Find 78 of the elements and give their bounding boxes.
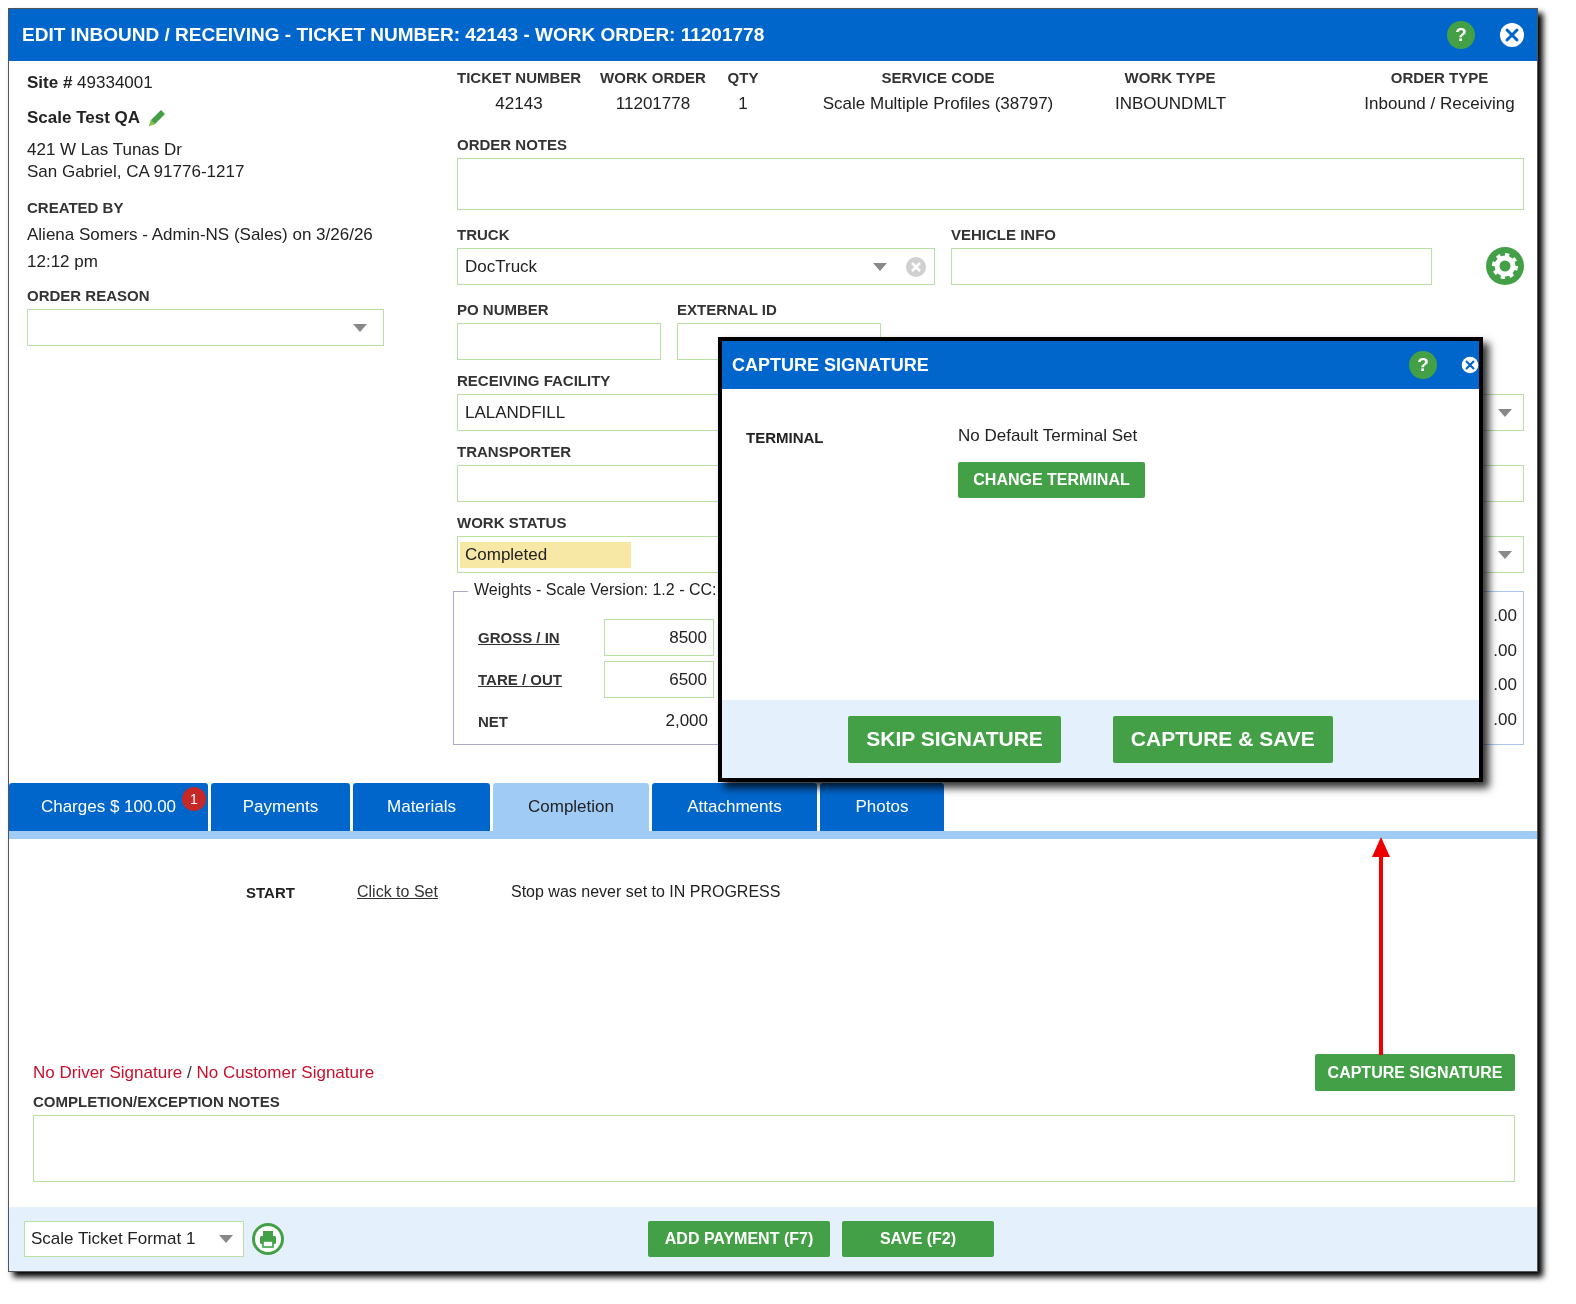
field-label: ORDER NOTES (457, 136, 567, 153)
summary-label: TICKET NUMBER (457, 69, 581, 86)
summary-value: 1 (737, 94, 749, 114)
clear-icon[interactable] (905, 255, 927, 278)
summary-label: WORK TYPE (1123, 69, 1217, 86)
weight-value: 2,000 (664, 711, 709, 731)
weight-link[interactable]: GROSS / IN (478, 628, 604, 646)
printer-icon[interactable] (252, 1223, 284, 1255)
ticket-format-select[interactable]: Scale Ticket Format 1 (24, 1221, 244, 1257)
summary-label: QTY (726, 69, 760, 86)
site-number: Site # 49334001 (27, 73, 154, 93)
footer-button[interactable]: SAVE (F2) (842, 1221, 994, 1257)
field-label: COMPLETION/EXCEPTION NOTES (33, 1093, 280, 1110)
created-by-text: Aliena Somers - Admin-NS (Sales) on 3/26/26 (27, 224, 374, 246)
change-terminal-button[interactable]: CHANGE TERMINAL (958, 462, 1145, 498)
settings-icon[interactable] (1486, 247, 1524, 285)
summary-value: 42143 (494, 94, 544, 114)
start-label: START (246, 883, 296, 901)
tab[interactable]: Payments (211, 783, 350, 831)
tab[interactable]: Completion (493, 783, 649, 831)
field-label: VEHICLE INFO (951, 226, 1056, 243)
field-label: TRANSPORTER (457, 443, 572, 460)
order-notes-field[interactable] (457, 158, 1524, 210)
completion-notes-field[interactable] (33, 1115, 1515, 1182)
weight-label: NET (478, 712, 509, 730)
summary-value: 11201778 (614, 94, 692, 114)
summary-label: SERVICE CODE (880, 69, 996, 86)
caret-icon (353, 323, 367, 332)
total-value: .00 (1493, 675, 1517, 696)
weight-field[interactable]: 6500 (604, 660, 714, 698)
tab[interactable]: Photos (820, 783, 944, 831)
tab[interactable]: Attachments (652, 783, 817, 831)
caret-icon (1498, 408, 1512, 417)
truck-select[interactable]: DocTruck (457, 248, 935, 285)
created-by-text: 12:12 pm (27, 251, 99, 273)
summary-value: Inbound / Receiving (1363, 94, 1516, 114)
field-label: WORK STATUS (457, 514, 567, 531)
field-label: TRUCK (457, 226, 510, 243)
weight-field[interactable]: 8500 (604, 618, 714, 656)
caret-icon (1498, 550, 1512, 559)
total-value: .00 (1493, 606, 1517, 627)
site-name: Scale Test QA (27, 108, 141, 128)
field-label: PO NUMBER (457, 301, 549, 318)
count-badge: 1 (182, 787, 206, 811)
tab[interactable]: Charges $ 100.00 1 (9, 783, 208, 831)
summary-label: WORK ORDER (599, 69, 707, 86)
capture-signature-button[interactable]: CAPTURE SIGNATURE (1315, 1054, 1515, 1091)
terminal-value: No Default Terminal Set (958, 426, 1138, 446)
close-icon[interactable] (1499, 22, 1525, 48)
tab[interactable]: Materials (353, 783, 490, 831)
dialog-title: CAPTURE SIGNATURE (732, 354, 930, 376)
order-reason-select[interactable] (27, 309, 384, 346)
caret-icon (219, 1235, 233, 1243)
caret-icon (873, 262, 887, 271)
field-label: RECEIVING FACILITY (457, 372, 611, 389)
window-title: EDIT INBOUND / RECEIVING - TICKET NUMBER: 42143 - WORK ORDER: 11201778 (22, 24, 766, 46)
vehicle-info-field[interactable] (951, 248, 1432, 285)
dialog-button[interactable]: CAPTURE & SAVE (1112, 715, 1333, 763)
footer-button[interactable]: ADD PAYMENT (F7) (648, 1221, 830, 1257)
summary-value: INBOUNDMLT (1115, 94, 1225, 114)
address-line: 421 W Las Tunas Dr (27, 139, 183, 161)
address-line: San Gabriel, CA 91776-1217 (27, 161, 246, 183)
help-button[interactable]: ? (1447, 21, 1475, 49)
field-label: CREATED BY (27, 199, 124, 216)
weight-link[interactable]: TARE / OUT (478, 670, 604, 688)
terminal-label: TERMINAL (746, 428, 825, 448)
help-button[interactable]: ? (1409, 351, 1437, 379)
summary-value: Scale Multiple Profiles (38797) (821, 94, 1055, 114)
total-value: .00 (1493, 709, 1517, 731)
field-label: EXTERNAL ID (677, 301, 777, 318)
start-message: Stop was never set to IN PROGRESS (511, 883, 781, 901)
dialog-button[interactable]: SKIP SIGNATURE (848, 715, 1061, 763)
po-number-field[interactable] (457, 323, 661, 360)
summary-label: ORDER TYPE (1389, 69, 1490, 86)
field-label: ORDER REASON (27, 287, 150, 304)
signature-status: No Driver Signature / No Customer Signature (33, 1062, 375, 1083)
total-value: .00 (1493, 640, 1517, 662)
click-to-set-link[interactable]: Click to Set (357, 883, 511, 901)
